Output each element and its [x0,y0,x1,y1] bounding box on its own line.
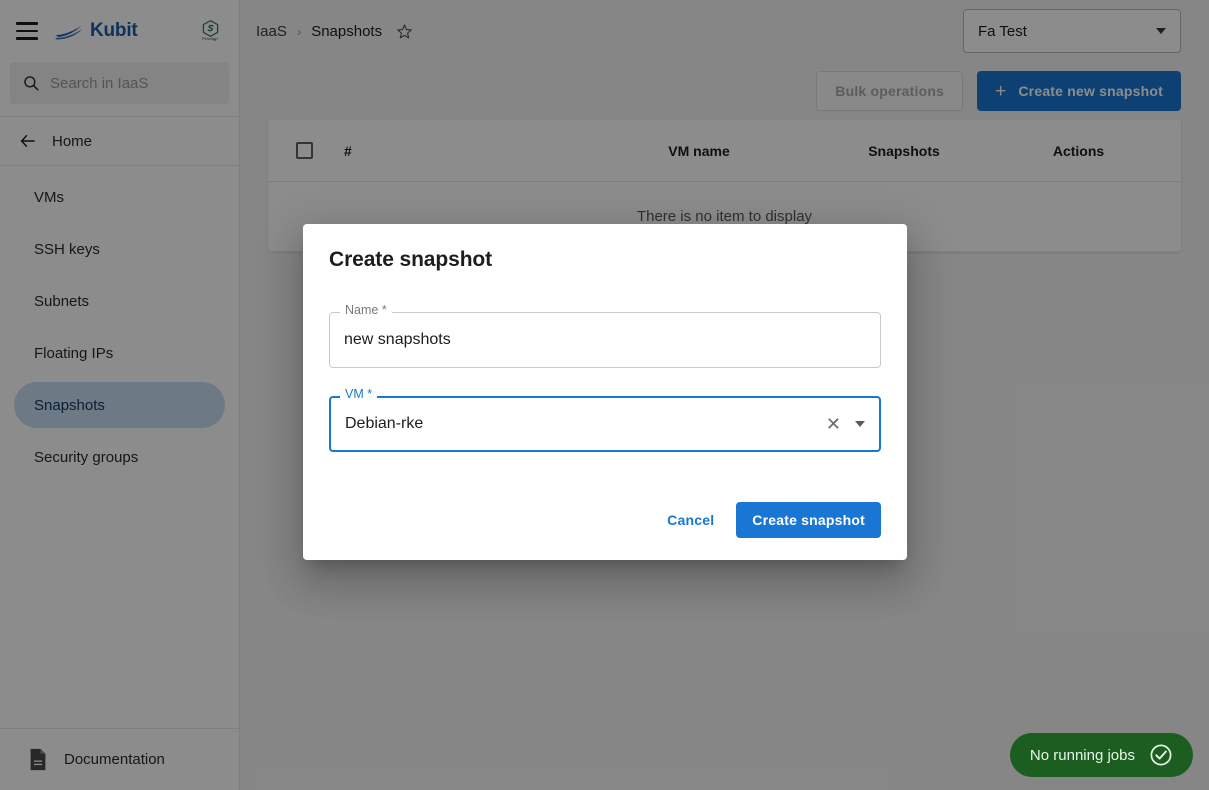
application-root: Kubit Pénzügyi Search in IaaS Home VMs S… [0,0,1209,790]
name-field: Name * new snapshots [329,304,881,368]
cancel-button[interactable]: Cancel [653,502,728,538]
dialog-body: Name * new snapshots VM * Debian-rke ✕ [303,272,907,452]
triangle-down-icon[interactable] [855,421,865,427]
name-field-label: Name * [340,304,392,317]
vm-select-icons: ✕ [826,415,865,433]
check-circle-icon [1150,744,1172,766]
create-snapshot-button[interactable]: Create snapshot [736,502,881,538]
create-snapshot-dialog: Create snapshot Name * new snapshots VM … [303,224,907,560]
name-input-value: new snapshots [344,331,451,348]
running-jobs-label: No running jobs [1029,746,1135,764]
name-input[interactable]: new snapshots [329,312,881,368]
running-jobs-status[interactable]: No running jobs [1009,733,1193,777]
vm-select[interactable]: Debian-rke ✕ [329,396,881,452]
close-x-icon[interactable]: ✕ [826,415,841,433]
dialog-actions: Cancel Create snapshot [303,480,907,560]
vm-field-label: VM * [340,388,378,401]
dialog-title: Create snapshot [329,248,493,271]
vm-select-value: Debian-rke [345,415,424,432]
vm-field: VM * Debian-rke ✕ [329,388,881,452]
